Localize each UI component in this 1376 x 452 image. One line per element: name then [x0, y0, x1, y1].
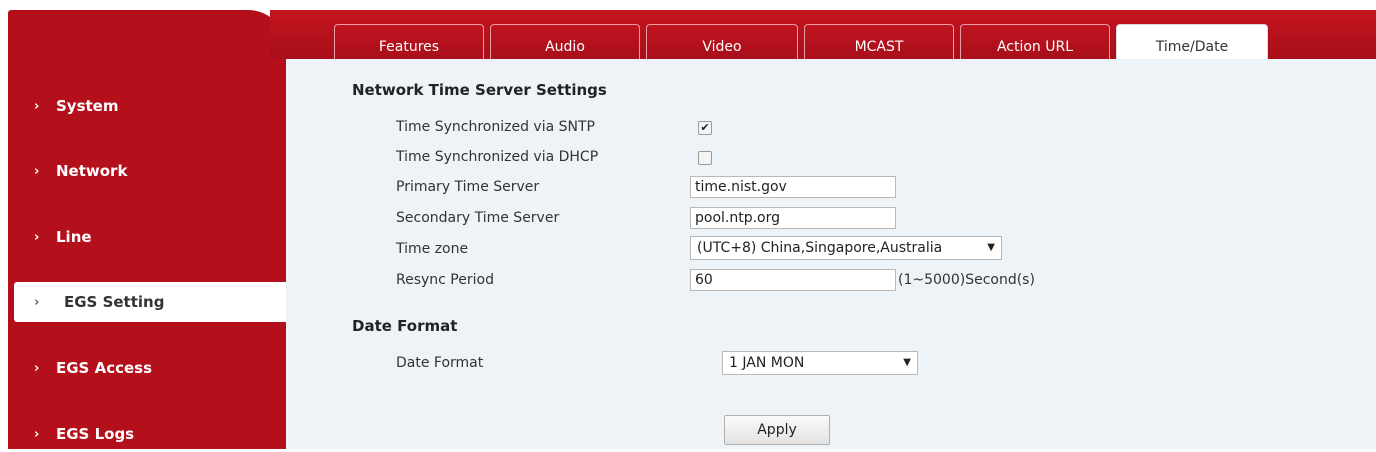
- timezone-value: (UTC+8) China,Singapore,Australia: [697, 240, 943, 256]
- section-title-date-format: Date Format: [352, 317, 458, 335]
- chevron-right-icon: ›: [34, 163, 40, 179]
- section-title-network-time: Network Time Server Settings: [352, 81, 607, 99]
- sntp-label: Time Synchronized via SNTP: [396, 119, 595, 135]
- date-format-value: 1 JAN MON: [729, 355, 805, 371]
- chevron-right-icon: ›: [34, 360, 40, 376]
- chevron-right-icon: ›: [34, 426, 40, 442]
- secondary-server-label: Secondary Time Server: [396, 210, 560, 226]
- sidebar-item-egs-logs[interactable]: › EGS Logs: [8, 416, 278, 452]
- sidebar-item-label: System: [56, 97, 119, 115]
- sidebar-item-label: EGS Logs: [56, 425, 135, 443]
- resync-input[interactable]: 60: [690, 269, 896, 291]
- resync-hint: (1~5000)Second(s): [898, 272, 1035, 288]
- sidebar-item-label: EGS Access: [56, 359, 153, 377]
- timezone-label: Time zone: [396, 241, 469, 257]
- sidebar-item-network[interactable]: › Network: [8, 153, 278, 189]
- sidebar-item-label: Line: [56, 228, 92, 246]
- sidebar-item-label: EGS Setting: [64, 293, 165, 311]
- dropdown-arrow-icon: ▼: [984, 237, 995, 259]
- date-format-label: Date Format: [396, 355, 484, 371]
- timezone-select[interactable]: (UTC+8) China,Singapore,Australia ▼: [690, 236, 1002, 260]
- sidebar: › System › Network › Line › EGS Setting …: [8, 10, 286, 449]
- sntp-checkbox[interactable]: ✔: [698, 121, 712, 135]
- date-format-select[interactable]: 1 JAN MON ▼: [722, 351, 918, 375]
- sidebar-item-label: Network: [56, 162, 128, 180]
- sidebar-item-egs-setting[interactable]: › EGS Setting: [14, 282, 286, 322]
- dhcp-label: Time Synchronized via DHCP: [396, 149, 599, 165]
- apply-button[interactable]: Apply: [724, 415, 830, 445]
- dropdown-arrow-icon: ▼: [900, 352, 911, 374]
- chevron-right-icon: ›: [34, 229, 40, 245]
- sidebar-item-system[interactable]: › System: [8, 88, 278, 124]
- dhcp-checkbox[interactable]: [698, 151, 712, 165]
- settings-panel: Network Time Server Settings Time Synchr…: [286, 59, 1376, 449]
- primary-server-input[interactable]: time.nist.gov: [690, 176, 896, 198]
- chevron-right-icon: ›: [34, 294, 40, 310]
- resync-label: Resync Period: [396, 272, 494, 288]
- primary-server-label: Primary Time Server: [396, 179, 540, 195]
- sidebar-item-line[interactable]: › Line: [8, 219, 278, 255]
- sidebar-item-egs-access[interactable]: › EGS Access: [8, 350, 278, 386]
- chevron-right-icon: ›: [34, 98, 40, 114]
- secondary-server-input[interactable]: pool.ntp.org: [690, 207, 896, 229]
- tab-bar: Features Audio Video MCAST Action URL Ti…: [270, 10, 1376, 69]
